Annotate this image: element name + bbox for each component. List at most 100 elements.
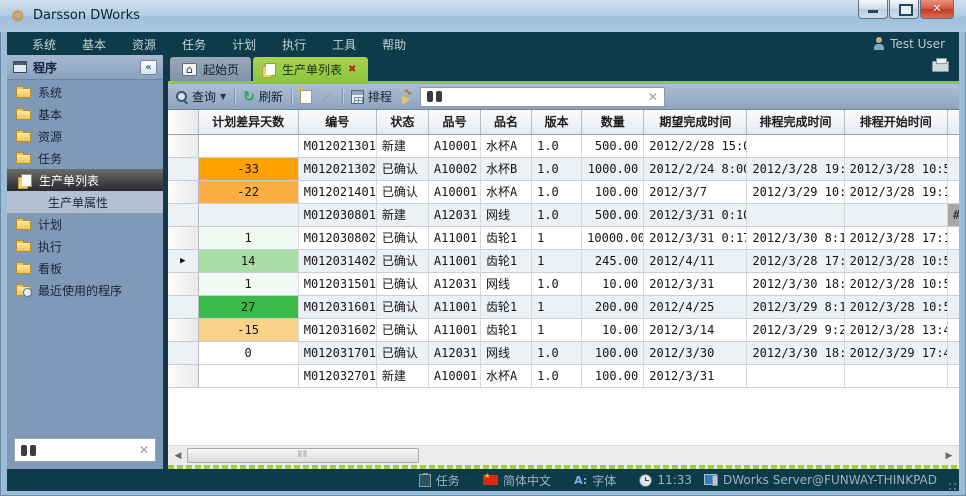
cell-item[interactable]: A11001 xyxy=(428,249,480,272)
clear-search-icon[interactable]: ✕ xyxy=(139,444,149,456)
cell-diff[interactable]: -15 xyxy=(198,318,298,341)
cell-code[interactable]: M012021401 xyxy=(298,180,376,203)
cell-sched_start[interactable] xyxy=(844,134,947,157)
cell-sched_end[interactable] xyxy=(747,134,844,157)
refresh-button[interactable]: ↻ 刷新 xyxy=(243,88,283,105)
sidebar-item-生产单列表[interactable]: 生产单列表 xyxy=(7,169,163,191)
sidebar-item-资源[interactable]: 资源 xyxy=(7,125,163,147)
cell-sched_end[interactable] xyxy=(747,203,844,226)
row-header[interactable] xyxy=(168,295,198,318)
row-header[interactable] xyxy=(168,318,198,341)
cell-name[interactable]: 水杯A xyxy=(481,134,532,157)
cell-diff[interactable]: -22 xyxy=(198,180,298,203)
sidebar-item-最近使用的程序[interactable]: 最近使用的程序 xyxy=(7,279,163,301)
cell-qty[interactable]: 10.00 xyxy=(582,272,644,295)
table-row[interactable]: ▶14M012031402已确认A11001齿轮11245.002012/4/1… xyxy=(168,249,959,272)
sidebar-item-任务[interactable]: 任务 xyxy=(7,147,163,169)
cell-code[interactable]: M012031701 xyxy=(298,341,376,364)
cell-due[interactable]: 2012/3/31 xyxy=(644,364,747,387)
column-header-due[interactable]: 期望完成时间 xyxy=(644,110,747,134)
cell-qty[interactable]: 1000.00 xyxy=(582,157,644,180)
cell-sched_end[interactable]: 2012/3/29 10:20 xyxy=(747,180,844,203)
cell-sched_start[interactable]: 2012/3/29 17:46 xyxy=(844,341,947,364)
cell-item[interactable]: A10002 xyxy=(428,157,480,180)
cell-item[interactable]: A11001 xyxy=(428,226,480,249)
cell-tail[interactable] xyxy=(947,226,959,249)
cell-diff[interactable] xyxy=(198,364,298,387)
cell-sched_end[interactable]: 2012/3/28 17:13 xyxy=(747,249,844,272)
cell-item[interactable]: A11001 xyxy=(428,318,480,341)
row-pointer-icon[interactable]: ▶ xyxy=(168,249,198,272)
cell-ver[interactable]: 1.0 xyxy=(532,134,582,157)
cell-name[interactable]: 齿轮1 xyxy=(481,318,532,341)
cell-diff[interactable]: -33 xyxy=(198,157,298,180)
cell-status[interactable]: 新建 xyxy=(376,203,428,226)
edit-button[interactable] xyxy=(318,90,334,104)
maximize-button[interactable] xyxy=(889,0,919,19)
cell-name[interactable]: 网线 xyxy=(481,272,532,295)
row-header[interactable] xyxy=(168,364,198,387)
cell-sched_end[interactable]: 2012/3/30 18:00 xyxy=(747,341,844,364)
row-header[interactable] xyxy=(168,157,198,180)
cell-status[interactable]: 新建 xyxy=(376,364,428,387)
cell-code[interactable]: M012030801 xyxy=(298,203,376,226)
cell-ver[interactable]: 1 xyxy=(532,226,582,249)
cell-sched_end[interactable] xyxy=(747,364,844,387)
cell-status[interactable]: 已确认 xyxy=(376,318,428,341)
cell-qty[interactable]: 245.00 xyxy=(582,249,644,272)
schedule-button[interactable]: 排程 xyxy=(351,88,392,105)
menu-item-任务[interactable]: 任务 xyxy=(169,38,219,52)
cell-qty[interactable]: 100.00 xyxy=(582,180,644,203)
cell-sched_start[interactable] xyxy=(844,203,947,226)
sidebar-item-执行[interactable]: 执行 xyxy=(7,235,163,257)
cell-sched_end[interactable]: 2012/3/30 18:00 xyxy=(747,272,844,295)
row-header[interactable] xyxy=(168,226,198,249)
menu-item-系统[interactable]: 系统 xyxy=(19,38,69,52)
menu-item-工具[interactable]: 工具 xyxy=(319,38,369,52)
cell-name[interactable]: 齿轮1 xyxy=(481,249,532,272)
cell-sched_start[interactable]: 2012/3/28 10:52 xyxy=(844,272,947,295)
cell-tail[interactable]: # xyxy=(947,203,959,226)
cell-ver[interactable]: 1.0 xyxy=(532,180,582,203)
cell-tail[interactable] xyxy=(947,180,959,203)
cell-due[interactable]: 2012/3/31 0:10 xyxy=(644,203,747,226)
user-menu[interactable]: Test User xyxy=(873,32,945,55)
scroll-right-button[interactable]: ▶ xyxy=(941,448,957,464)
cell-sched_end[interactable]: 2012/3/30 8:15 xyxy=(747,226,844,249)
cell-code[interactable]: M012021301 xyxy=(298,134,376,157)
cell-ver[interactable]: 1.0 xyxy=(532,157,582,180)
cell-sched_end[interactable]: 2012/3/29 9:20 xyxy=(747,318,844,341)
cell-code[interactable]: M012031602 xyxy=(298,318,376,341)
statusbar-task[interactable]: 任务 ▼ xyxy=(419,472,471,489)
cell-name[interactable]: 齿轮1 xyxy=(481,295,532,318)
cell-ver[interactable]: 1.0 xyxy=(532,341,582,364)
cell-qty[interactable]: 200.00 xyxy=(582,295,644,318)
cell-ver[interactable]: 1 xyxy=(532,249,582,272)
column-header-code[interactable]: 编号 xyxy=(298,110,376,134)
cell-status[interactable]: 已确认 xyxy=(376,341,428,364)
collapse-sidebar-button[interactable]: « xyxy=(140,60,157,75)
sidebar-search-input[interactable] xyxy=(41,443,134,457)
cell-status[interactable]: 已确认 xyxy=(376,226,428,249)
table-row[interactable]: -22M012021401已确认A10001水杯A1.0100.002012/3… xyxy=(168,180,959,203)
cell-qty[interactable]: 10.00 xyxy=(582,318,644,341)
cell-code[interactable]: M012032701 xyxy=(298,364,376,387)
cell-item[interactable]: A12031 xyxy=(428,203,480,226)
row-header[interactable] xyxy=(168,203,198,226)
cell-ver[interactable]: 1.0 xyxy=(532,272,582,295)
cell-ver[interactable]: 1 xyxy=(532,295,582,318)
query-button[interactable]: 查询 ▼ xyxy=(175,88,226,105)
statusbar-font[interactable]: A: 字体 ▼ xyxy=(574,472,627,489)
cell-name[interactable]: 水杯A xyxy=(481,180,532,203)
cell-tail[interactable] xyxy=(947,341,959,364)
cell-tail[interactable] xyxy=(947,364,959,387)
dropdown-arrow-icon[interactable]: ▼ xyxy=(220,92,226,101)
cell-diff[interactable] xyxy=(198,203,298,226)
row-header[interactable] xyxy=(168,341,198,364)
menu-item-资源[interactable]: 资源 xyxy=(119,38,169,52)
column-header-name[interactable]: 品名 xyxy=(481,110,532,134)
cell-due[interactable]: 2012/3/14 xyxy=(644,318,747,341)
sidebar-item-基本[interactable]: 基本 xyxy=(7,103,163,125)
row-header[interactable] xyxy=(168,180,198,203)
cell-due[interactable]: 2012/3/7 xyxy=(644,180,747,203)
